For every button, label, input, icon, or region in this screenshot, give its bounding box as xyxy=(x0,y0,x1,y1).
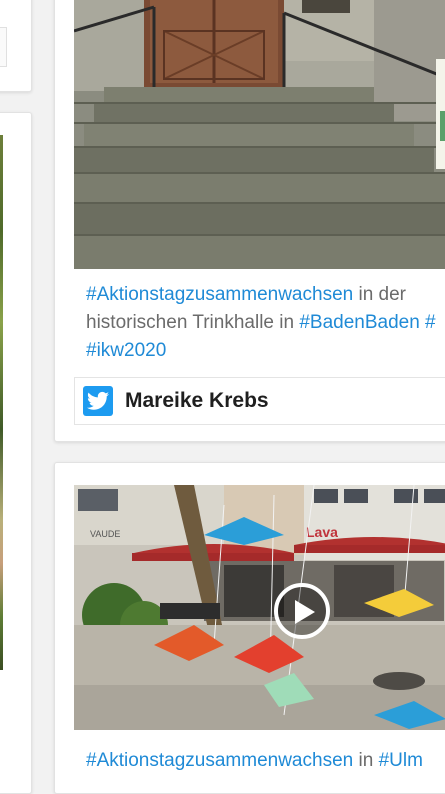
author-name[interactable]: Mareike Krebs xyxy=(125,389,269,413)
post-video-thumbnail[interactable]: VAUDE Lava xyxy=(74,485,445,730)
post-caption: #Aktionstagzusammenwachsen in der histor… xyxy=(86,281,445,365)
staircase-photo-image xyxy=(74,0,445,269)
svg-text:VAUDE: VAUDE xyxy=(90,529,120,539)
cranes-photo-image: VAUDE Lava xyxy=(74,485,445,730)
hashtag-link[interactable]: #Aktionstagzusammenwachsen xyxy=(86,284,353,305)
hashtag-link[interactable]: #BadenBaden xyxy=(299,312,419,333)
hashtag-link[interactable]: #ikw2020 xyxy=(86,340,166,361)
post-card-ulm[interactable]: VAUDE Lava #Aktionstagzusammenwachsen in… xyxy=(54,462,445,794)
play-icon xyxy=(295,600,315,624)
play-button[interactable] xyxy=(274,583,330,639)
left-card-top xyxy=(0,0,32,92)
caption-text: in der xyxy=(353,284,407,305)
hashtag-link[interactable]: #Ulm xyxy=(379,750,423,771)
svg-text:Lava: Lava xyxy=(306,524,338,540)
post-source[interactable]: Mareike Krebs xyxy=(74,377,445,425)
caption-text: # xyxy=(419,312,436,333)
post-photo-staircase[interactable] xyxy=(74,0,445,269)
caption-text: historischen Trinkhalle in xyxy=(86,312,300,333)
post-caption: #Aktionstagzusammenwachsen in #Ulm xyxy=(86,747,445,775)
card-input-edge xyxy=(0,27,7,67)
hashtag-link[interactable]: #Aktionstagzusammenwachsen xyxy=(86,750,353,771)
twitter-icon xyxy=(83,386,113,416)
caption-text: in xyxy=(353,750,379,771)
left-card-photo[interactable] xyxy=(0,135,3,670)
left-card-middle[interactable] xyxy=(0,112,32,794)
post-card-trinkhalle[interactable]: #Aktionstagzusammenwachsen in der histor… xyxy=(54,0,445,442)
